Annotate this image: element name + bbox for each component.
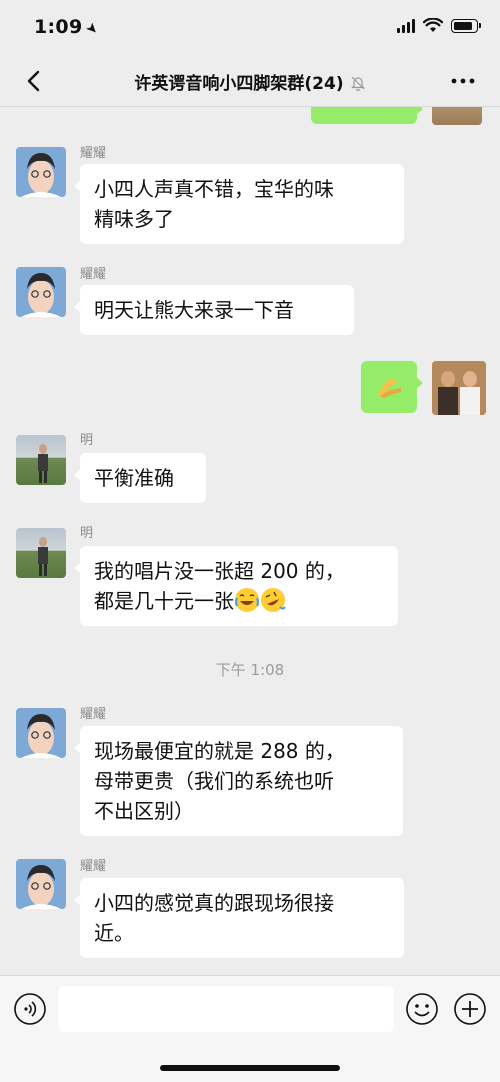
outgoing-message[interactable] — [361, 361, 423, 413]
message-text: 我的唱片没一张超 200 的， — [94, 559, 345, 583]
incoming-message[interactable]: 小四人声真不错，宝华的味 精味多了 — [74, 164, 404, 244]
sender-name: 耀耀 — [80, 859, 107, 874]
home-indicator — [160, 1065, 340, 1071]
voice-icon[interactable] — [13, 992, 47, 1026]
sender-name: 明 — [80, 433, 94, 448]
cellular-signal-icon — [397, 18, 415, 33]
more-icon[interactable] — [448, 68, 478, 94]
incoming-message[interactable]: 明天让熊大来录一下音 — [74, 285, 354, 335]
message-text: 都是几十元一张 — [94, 589, 234, 613]
message-text: 现场最便宜的就是 288 的， — [94, 739, 345, 763]
message-text: 精味多了 — [94, 207, 174, 231]
avatar[interactable] — [16, 147, 66, 197]
avatar[interactable] — [16, 267, 66, 317]
status-bar: 1:09➤ — [0, 0, 500, 58]
avatar[interactable] — [432, 361, 486, 415]
clap-emoji — [377, 378, 401, 398]
message-text: 近。 — [94, 921, 134, 945]
outgoing-message-partial[interactable] — [311, 107, 423, 124]
sender-name: 耀耀 — [80, 707, 107, 722]
avatar[interactable] — [16, 708, 66, 758]
time-divider: 下午 1:08 — [215, 661, 285, 679]
emoji-icon[interactable] — [405, 992, 439, 1026]
message-input[interactable] — [58, 986, 394, 1032]
clap-emoji — [367, 107, 393, 113]
avatar[interactable] — [16, 859, 66, 909]
sender-name: 耀耀 — [80, 146, 107, 161]
message-list[interactable]: 耀耀 小四人声真不错，宝华的味 精味多了 耀耀 明天让熊大来录一下音 明 平衡准… — [0, 107, 500, 975]
wifi-icon — [423, 18, 443, 32]
message-text: 小四的感觉真的跟现场很接 — [94, 891, 334, 915]
avatar[interactable] — [16, 435, 66, 485]
chat-header: 许英谔音响小四脚架群(24) — [0, 58, 500, 107]
message-text: 平衡准确 — [94, 466, 174, 490]
message-text: 不出区别） — [94, 799, 194, 823]
plus-icon[interactable] — [453, 992, 487, 1026]
laughing-emoji — [234, 588, 260, 612]
sender-name: 耀耀 — [80, 267, 107, 282]
input-bar — [0, 975, 500, 1082]
incoming-message[interactable]: 我的唱片没一张超 200 的， 都是几十元一张 — [74, 546, 398, 626]
avatar[interactable] — [432, 107, 482, 125]
message-text: 母带更贵（我们的系统也听 — [94, 769, 334, 793]
mute-bell-icon — [350, 76, 365, 91]
incoming-message[interactable]: 小四的感觉真的跟现场很接 近。 — [74, 878, 404, 958]
status-time: 1:09 — [34, 16, 83, 38]
battery-icon — [451, 18, 481, 33]
avatar[interactable] — [16, 528, 66, 578]
message-text: 小四人声真不错，宝华的味 — [94, 177, 334, 201]
incoming-message[interactable]: 现场最便宜的就是 288 的， 母带更贵（我们的系统也听 不出区别） — [74, 726, 403, 836]
chat-title: 许英谔音响小四脚架群(24) — [134, 74, 344, 94]
incoming-message[interactable]: 平衡准确 — [74, 453, 206, 503]
location-arrow-icon: ➤ — [82, 19, 103, 39]
rofl-emoji — [261, 588, 286, 612]
sender-name: 明 — [80, 526, 94, 541]
message-text: 明天让熊大来录一下音 — [94, 298, 294, 322]
